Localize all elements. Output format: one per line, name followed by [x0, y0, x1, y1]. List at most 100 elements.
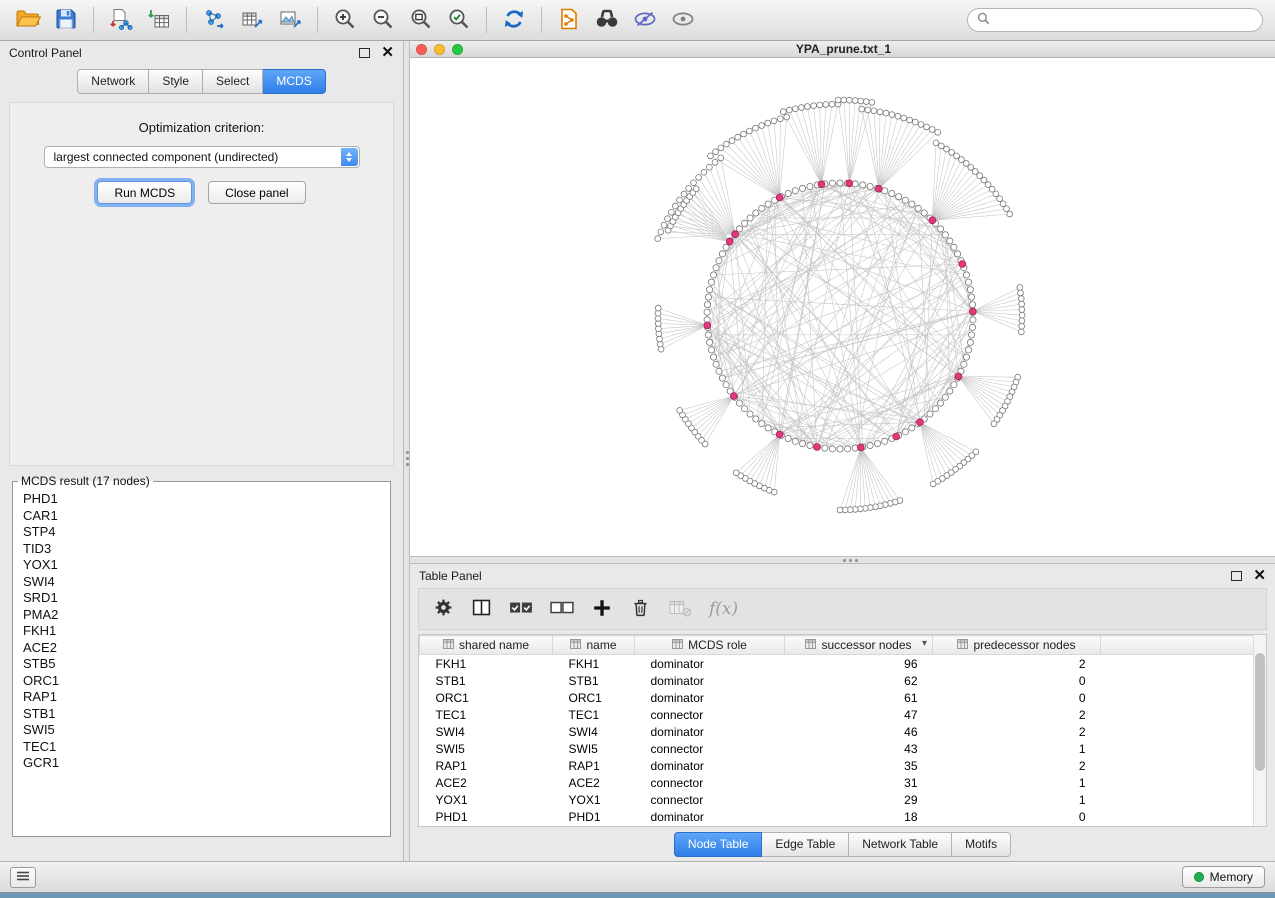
table-row[interactable]: YOX1YOX1connector291 [420, 791, 1266, 808]
zoom-selected-button[interactable] [441, 4, 477, 36]
table-row[interactable]: PHD1PHD1dominator180 [420, 808, 1266, 825]
new-network-icon [202, 7, 226, 34]
add-column-button[interactable] [591, 597, 613, 622]
import-table-file-button[interactable] [141, 4, 177, 36]
network-graph[interactable] [410, 58, 1275, 556]
status-menu-button[interactable] [10, 867, 36, 888]
float-table-panel-icon[interactable] [1231, 571, 1242, 581]
run-mcds-button[interactable]: Run MCDS [97, 181, 192, 204]
tab-edge-table[interactable]: Edge Table [762, 832, 849, 857]
show-columns-button[interactable] [471, 597, 492, 621]
close-table-panel-icon[interactable]: ✕ [1253, 568, 1266, 583]
eye-slash-button[interactable] [627, 4, 663, 36]
window-minimize-icon[interactable] [434, 44, 445, 55]
table-scrollbar[interactable] [1253, 635, 1266, 826]
mcds-result-item[interactable]: SRD1 [13, 590, 390, 607]
window-close-icon[interactable] [416, 44, 427, 55]
table-row[interactable]: SWI4SWI4dominator462 [420, 723, 1266, 740]
mcds-result-item[interactable]: SWI5 [13, 722, 390, 739]
network-canvas[interactable] [410, 58, 1275, 556]
formula-builder-button[interactable]: f(x) [709, 599, 738, 619]
float-panel-icon[interactable] [359, 48, 370, 58]
column-attr-icon [672, 638, 683, 652]
trash-icon [630, 597, 651, 621]
table-row[interactable]: TEC1TEC1connector472 [420, 706, 1266, 723]
export-image-button[interactable] [272, 4, 308, 36]
column-header[interactable]: name [553, 636, 635, 655]
zoom-in-button[interactable] [327, 4, 363, 36]
control-panel-header: Control Panel ✕ [0, 41, 403, 64]
control-panel: Control Panel ✕ NetworkStyleSelectMCDS O… [0, 41, 403, 861]
table-row[interactable]: FKH1FKH1dominator962 [420, 655, 1266, 673]
memory-button[interactable]: Memory [1182, 866, 1265, 888]
new-network-button[interactable] [196, 4, 232, 36]
close-panel-icon[interactable]: ✕ [381, 45, 394, 60]
network-document-share-button[interactable] [551, 4, 587, 36]
mcds-result-item[interactable]: TEC1 [13, 739, 390, 756]
clear-selection-icon [550, 598, 574, 621]
mcds-result-item[interactable]: ACE2 [13, 640, 390, 657]
select-all-button[interactable] [509, 598, 533, 621]
table-row[interactable]: ORC1ORC1dominator610 [420, 689, 1266, 706]
vertical-splitter[interactable] [403, 41, 410, 861]
tab-motifs[interactable]: Motifs [952, 832, 1011, 857]
tab-network-table[interactable]: Network Table [849, 832, 952, 857]
mcds-result-item[interactable]: STB5 [13, 656, 390, 673]
column-header[interactable]: shared name [420, 636, 553, 655]
mcds-result-item[interactable]: RAP1 [13, 689, 390, 706]
open-session-button[interactable] [10, 4, 46, 36]
zoom-fit-button[interactable] [403, 4, 439, 36]
mcds-result-group: MCDS result (17 nodes) PHD1CAR1STP4TID3Y… [12, 474, 391, 837]
main-toolbar [0, 0, 1275, 41]
mcds-result-item[interactable]: CAR1 [13, 508, 390, 525]
save-session-button[interactable] [48, 4, 84, 36]
column-header[interactable]: successor nodes▾ [785, 636, 933, 655]
tab-network[interactable]: Network [77, 69, 149, 94]
mcds-result-item[interactable]: GCR1 [13, 755, 390, 772]
export-table-button[interactable] [234, 4, 270, 36]
binoculars-button[interactable] [589, 4, 625, 36]
delete-table-button[interactable] [668, 598, 692, 621]
global-search-box[interactable] [967, 8, 1263, 32]
table-row[interactable]: ACE2ACE2connector311 [420, 774, 1266, 791]
mcds-result-item[interactable]: FKH1 [13, 623, 390, 640]
mcds-result-item[interactable]: PHD1 [13, 491, 390, 508]
zoom-out-button[interactable] [365, 4, 401, 36]
mcds-result-item[interactable]: STP4 [13, 524, 390, 541]
mcds-result-item[interactable]: YOX1 [13, 557, 390, 574]
toolbar-separator [317, 7, 318, 33]
network-window: YPA_prune.txt_1 [410, 41, 1275, 556]
search-input[interactable] [996, 13, 1253, 27]
horizontal-splitter[interactable] [410, 556, 1275, 564]
tab-mcds[interactable]: MCDS [263, 69, 325, 94]
binoculars-icon [594, 7, 620, 34]
table-row[interactable]: RAP1RAP1dominator352 [420, 757, 1266, 774]
mcds-result-item[interactable]: TID3 [13, 541, 390, 558]
scrollbar-thumb[interactable] [1255, 653, 1265, 771]
column-attr-icon [805, 638, 816, 652]
control-panel-title: Control Panel [9, 46, 82, 60]
table-options-button[interactable] [433, 597, 454, 621]
window-maximize-icon[interactable] [452, 44, 463, 55]
refresh-layout-button[interactable] [496, 4, 532, 36]
close-panel-button[interactable]: Close panel [208, 181, 305, 204]
tab-node-table[interactable]: Node Table [674, 832, 763, 857]
gear-icon [433, 597, 454, 621]
column-attr-icon [570, 638, 581, 652]
tab-select[interactable]: Select [203, 69, 263, 94]
clear-selection-button[interactable] [550, 598, 574, 621]
tab-style[interactable]: Style [149, 69, 203, 94]
optimization-criterion-select[interactable]: largest connected component (undirected) [44, 146, 360, 168]
mcds-result-item[interactable]: SWI4 [13, 574, 390, 591]
mcds-result-item[interactable]: STB1 [13, 706, 390, 723]
mcds-result-item[interactable]: PMA2 [13, 607, 390, 624]
column-header[interactable]: MCDS role [635, 636, 785, 655]
column-header[interactable]: predecessor nodes [933, 636, 1101, 655]
network-window-title: YPA_prune.txt_1 [463, 42, 1224, 56]
eye-button[interactable] [665, 4, 701, 36]
delete-column-button[interactable] [630, 597, 651, 621]
table-row[interactable]: SWI5SWI5connector431 [420, 740, 1266, 757]
import-network-file-button[interactable] [103, 4, 139, 36]
table-row[interactable]: STB1STB1dominator620 [420, 672, 1266, 689]
mcds-result-item[interactable]: ORC1 [13, 673, 390, 690]
